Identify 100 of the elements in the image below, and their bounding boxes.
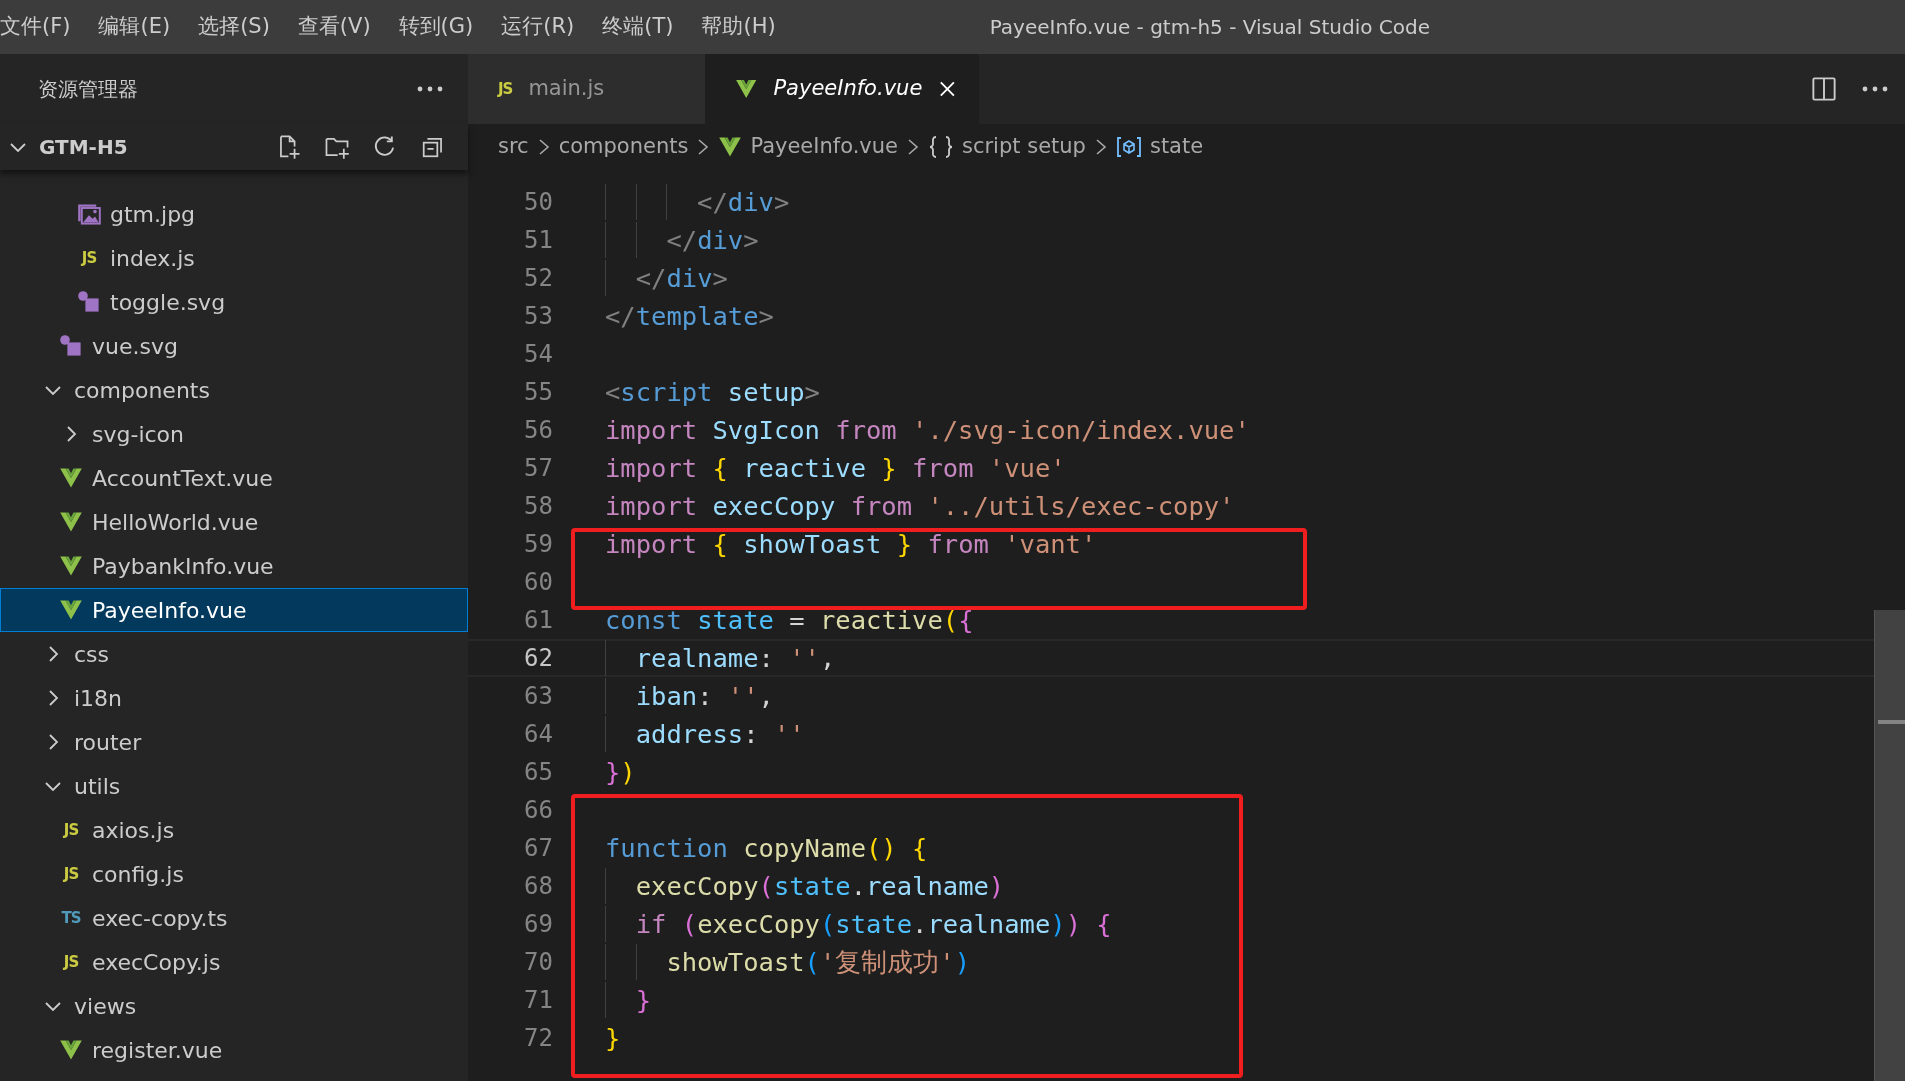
line-number: 65 [523, 757, 553, 788]
vue-icon [59, 466, 83, 490]
js-label: JS [63, 951, 79, 973]
ts-label: TS [61, 907, 81, 929]
folder-item[interactable]: utils [0, 764, 468, 808]
line-number: 53 [523, 301, 553, 332]
code-line: address: '' [605, 716, 805, 752]
variable-icon [1115, 136, 1142, 158]
close-icon[interactable] [938, 79, 957, 99]
file-item[interactable]: vue.svg [0, 324, 468, 368]
code-line: } [605, 982, 652, 1018]
file-item[interactable]: AccountText.vue [0, 456, 468, 500]
editor-tab[interactable]: JS main.js [468, 54, 705, 124]
js-label: JS [63, 863, 79, 885]
more-icon [416, 85, 444, 93]
file-item[interactable]: JS config.js [0, 852, 468, 896]
file-item[interactable]: PayeeInfo.vue [0, 588, 468, 632]
code-line: showToast('复制成功') [605, 944, 971, 980]
folder-item[interactable]: router [0, 720, 468, 764]
vue-icon [59, 554, 83, 578]
file-item[interactable]: register.vue [0, 1028, 468, 1072]
code-line: } [605, 1022, 621, 1055]
line-number: 54 [523, 339, 553, 370]
code-line: import execCopy from '../utils/exec-copy' [605, 490, 1235, 523]
menu-item[interactable]: 帮助(H) [687, 11, 790, 43]
line-number: 69 [523, 909, 553, 940]
line-number: 61 [523, 605, 553, 636]
folder-item[interactable]: views [0, 984, 468, 1028]
code-line: import SvgIcon from './svg-icon/index.vue' [605, 414, 1250, 447]
line-number: 59 [523, 529, 553, 560]
line-number: 70 [523, 947, 553, 978]
breadcrumb-item[interactable]: PayeeInfo.vue [750, 131, 898, 163]
code-line: }) [605, 756, 636, 789]
code-line: </div> [605, 222, 759, 258]
vue-icon [59, 510, 83, 534]
js-label: JS [498, 78, 513, 100]
menu-item[interactable]: 终端(T) [588, 11, 688, 43]
code-line: function copyName() { [605, 832, 928, 865]
code-line: iban: '', [605, 678, 774, 714]
line-number: 55 [523, 377, 553, 408]
file-item[interactable]: JS execCopy.js [0, 940, 468, 984]
chevron-right-icon [906, 137, 920, 157]
file-item[interactable]: TS exec-copy.ts [0, 896, 468, 940]
file-item[interactable]: gtm.jpg [0, 192, 468, 236]
line-number: 56 [523, 415, 553, 446]
file-item[interactable]: JS axios.js [0, 808, 468, 852]
braces-icon [928, 135, 954, 159]
line-number: 62 [523, 643, 553, 674]
vue-icon [718, 135, 743, 159]
line-number: 72 [523, 1023, 553, 1054]
line-number: 71 [523, 985, 553, 1016]
file-item[interactable]: HelloWorld.vue [0, 500, 468, 544]
project-header[interactable]: GTM-H5 [0, 124, 468, 170]
folder-item[interactable]: i18n [0, 676, 468, 720]
code-line: if (execCopy(state.realname)) { [605, 906, 1112, 942]
line-number: 51 [523, 225, 553, 256]
code-line: realname: '', [605, 640, 836, 676]
code-line: </template> [605, 300, 774, 333]
file-item[interactable]: JS index.js [0, 236, 468, 280]
split-editor-icon[interactable] [1811, 76, 1837, 102]
menu-item[interactable]: 编辑(E) [84, 11, 185, 43]
code-line: import { showToast } from 'vant' [605, 528, 1097, 561]
image-icon [77, 202, 101, 226]
vue-icon [59, 598, 83, 622]
code-line: const state = reactive({ [605, 604, 974, 637]
file-item[interactable]: toggle.svg [0, 280, 468, 324]
breadcrumb-item[interactable]: src [498, 131, 529, 163]
line-number: 60 [523, 567, 553, 598]
shapes-icon [77, 290, 101, 314]
sidebar-title: 资源管理器 [38, 76, 138, 103]
menu-item[interactable]: 运行(R) [487, 11, 589, 43]
code-line: execCopy(state.realname) [605, 868, 1005, 904]
folder-item[interactable]: css [0, 632, 468, 676]
breadcrumb-item[interactable]: script setup [962, 131, 1086, 163]
vue-icon [59, 1038, 83, 1062]
line-number: 57 [523, 453, 553, 484]
menu-item[interactable]: 选择(S) [184, 11, 284, 43]
breadcrumb-item[interactable]: components [558, 131, 689, 163]
folder-item[interactable]: components [0, 368, 468, 412]
folder-item[interactable]: svg-icon [0, 412, 468, 456]
file-item[interactable]: PaybankInfo.vue [0, 544, 468, 588]
menu-item[interactable]: 查看(V) [283, 11, 385, 43]
scrollbar-thumb[interactable] [1874, 610, 1905, 1081]
line-number: 66 [523, 795, 553, 826]
editor-tab[interactable]: PayeeInfo.vue [705, 54, 979, 124]
line-number: 58 [523, 491, 553, 522]
line-number: 50 [523, 187, 553, 218]
line-number: 68 [523, 871, 553, 902]
js-label: JS [81, 247, 97, 269]
line-number: 63 [523, 681, 553, 712]
code-line: import { reactive } from 'vue' [605, 452, 1066, 485]
more-icon[interactable] [1861, 85, 1889, 93]
breadcrumb-item[interactable]: state [1149, 131, 1204, 163]
window-title: PayeeInfo.vue - gtm-h5 - Visual Studio Code [989, 14, 1431, 41]
code-line: <script setup> [605, 376, 820, 409]
menu-item[interactable]: 文件(F) [0, 11, 85, 43]
shapes-icon [59, 334, 83, 358]
line-number: 52 [523, 263, 553, 294]
menu-item[interactable]: 转到(G) [384, 11, 488, 43]
line-number: 64 [523, 719, 553, 750]
